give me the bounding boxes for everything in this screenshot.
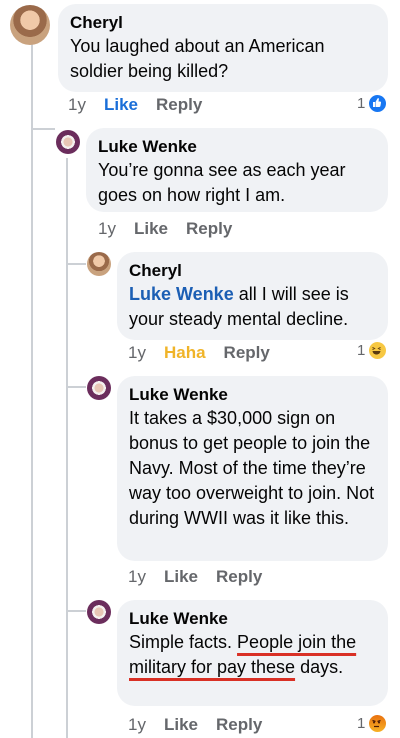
comment-bubble: Cheryl You laughed about an American sol… <box>58 4 388 92</box>
comment-bubble: Luke Wenke Simple facts. People join the… <box>117 600 388 706</box>
like-button[interactable]: Like <box>164 567 198 587</box>
reaction-summary[interactable]: 1 <box>357 341 388 360</box>
comment-time[interactable]: 1y <box>128 715 146 735</box>
comment-bubble: Cheryl Luke Wenke all I will see is your… <box>117 252 388 340</box>
comment-text-plain: Simple facts. <box>129 632 238 652</box>
comment-text: You laughed about an American soldier be… <box>70 36 325 81</box>
comment-actions: 1y Like Reply <box>68 95 202 115</box>
comment-text: You’re gonna see as each year goes on ho… <box>98 160 346 205</box>
comment-text: Luke Wenke all I will see is your steady… <box>129 282 376 332</box>
comment-bubble: Luke Wenke You’re gonna see as each year… <box>86 128 388 212</box>
reply-button[interactable]: Reply <box>156 95 202 115</box>
haha-icon <box>368 341 388 360</box>
comment-actions: 1y Haha Reply <box>128 343 270 363</box>
comment-actions: 1y Like Reply <box>128 715 262 735</box>
comment-author[interactable]: Cheryl <box>70 12 376 34</box>
comment-author[interactable]: Luke Wenke <box>129 608 376 630</box>
like-button[interactable]: Like <box>104 95 138 115</box>
avatar[interactable] <box>10 5 50 45</box>
reply-button[interactable]: Reply <box>186 219 232 239</box>
thread-line-connector <box>66 610 86 612</box>
reply-button[interactable]: Reply <box>216 715 262 735</box>
like-button[interactable]: Like <box>164 715 198 735</box>
thread-line-nested <box>66 158 68 738</box>
comment-bubble: Luke Wenke It takes a $30,000 sign on bo… <box>117 376 388 561</box>
comment-actions: 1y Like Reply <box>98 219 232 239</box>
haha-button[interactable]: Haha <box>164 343 206 363</box>
comment-text: It takes a $30,000 sign on bonus to get … <box>129 408 375 528</box>
comment-author[interactable]: Cheryl <box>129 260 376 282</box>
thread-line-connector <box>31 128 55 130</box>
reply-button[interactable]: Reply <box>224 343 270 363</box>
thread-line-connector <box>66 263 86 265</box>
avatar[interactable] <box>87 600 111 624</box>
reaction-summary[interactable]: 1 <box>357 94 388 113</box>
comment-text-tail: days. <box>295 657 344 677</box>
reaction-count: 1 <box>357 95 366 112</box>
comment-time[interactable]: 1y <box>68 95 86 115</box>
comment-actions: 1y Like Reply <box>128 567 262 587</box>
comment-time[interactable]: 1y <box>128 343 146 363</box>
thread-line-connector <box>66 386 86 388</box>
avatar[interactable] <box>87 376 111 400</box>
comment-time[interactable]: 1y <box>98 219 116 239</box>
reaction-summary[interactable]: 1 <box>357 714 388 733</box>
reaction-count: 1 <box>357 715 366 732</box>
comment-text: Simple facts. People join the military f… <box>129 630 376 680</box>
comment-author[interactable]: Luke Wenke <box>98 136 376 158</box>
avatar[interactable] <box>87 252 111 276</box>
angry-icon <box>368 714 388 733</box>
comment-time[interactable]: 1y <box>128 567 146 587</box>
comment-author[interactable]: Luke Wenke <box>129 384 376 406</box>
like-button[interactable]: Like <box>134 219 168 239</box>
thread-line-main <box>31 44 33 738</box>
avatar[interactable] <box>56 130 80 154</box>
reaction-count: 1 <box>357 342 366 359</box>
mention-link[interactable]: Luke Wenke <box>129 284 234 304</box>
reply-button[interactable]: Reply <box>216 567 262 587</box>
like-icon <box>368 94 388 113</box>
